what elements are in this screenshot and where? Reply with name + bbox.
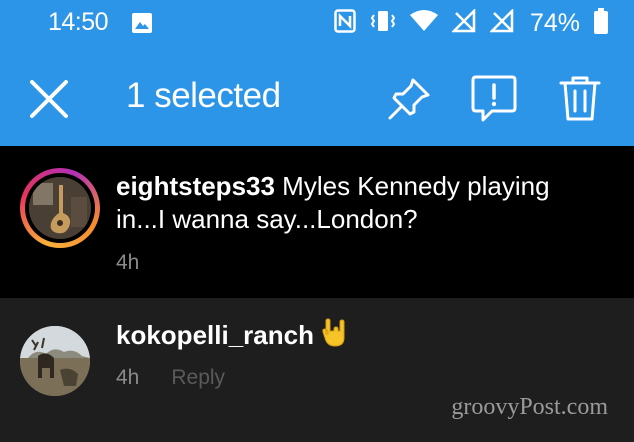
battery-percentage: 74%: [529, 9, 580, 37]
signal-icon: [450, 7, 476, 38]
comment-meta: 4h Reply: [116, 366, 225, 390]
signal-icon: [488, 7, 514, 38]
nfc-icon: [334, 9, 356, 38]
comment-meta: 4h: [116, 251, 139, 275]
wifi-icon: [409, 10, 438, 37]
vibrate-icon: [370, 9, 396, 38]
rock-on-hand-icon: [320, 318, 348, 356]
avatar[interactable]: [20, 326, 90, 396]
report-icon: [471, 75, 517, 122]
watermark: groovyPost.com: [451, 394, 608, 420]
comment-username[interactable]: eightsteps33: [116, 171, 275, 201]
status-bar: 14:50 74%: [0, 0, 634, 48]
close-icon: [30, 80, 68, 118]
report-comment-button[interactable]: [470, 74, 518, 124]
comment-item[interactable]: eightsteps33 Myles Kennedy playing in...…: [0, 146, 634, 298]
comment-username[interactable]: kokopelli_ranch: [116, 320, 314, 350]
status-icons: 74%: [334, 7, 608, 39]
comment-timestamp: 4h: [116, 366, 140, 389]
selection-count-title: 1 selected: [126, 76, 281, 115]
reply-button[interactable]: Reply: [171, 366, 225, 389]
image-icon: [131, 12, 153, 39]
battery-icon: [594, 8, 608, 39]
status-time: 14:50: [48, 8, 109, 36]
comment-timestamp: 4h: [116, 251, 140, 274]
comment-item[interactable]: kokopelli_ranch 4h Reply groovyPost.com: [0, 298, 634, 442]
comment-text: eightsteps33 Myles Kennedy playing in...…: [116, 170, 586, 236]
selection-action-bar: 1 selected: [0, 48, 634, 146]
avatar[interactable]: [20, 168, 100, 248]
pin-icon: [388, 78, 430, 120]
comment-text: kokopelli_ranch: [116, 318, 348, 356]
close-selection-button[interactable]: [28, 78, 70, 120]
pin-comment-button[interactable]: [386, 76, 432, 122]
trash-icon: [559, 76, 601, 121]
delete-comment-button[interactable]: [558, 74, 602, 122]
